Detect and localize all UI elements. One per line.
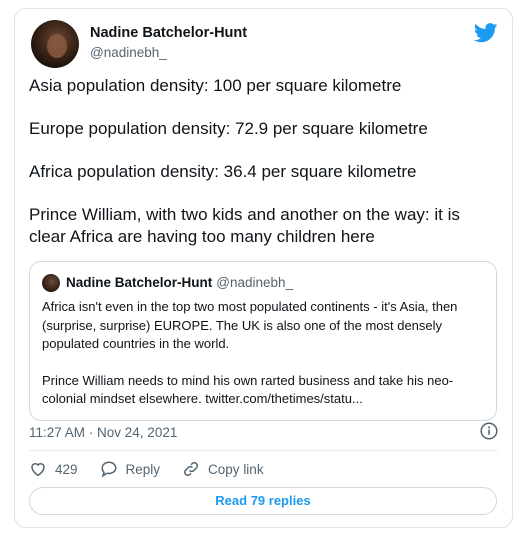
- tweet-paragraph: Africa population density: 36.4 per squa…: [29, 162, 417, 181]
- info-icon[interactable]: [480, 422, 498, 440]
- quoted-tweet-body: Africa isn't even in the top two most po…: [42, 298, 486, 427]
- copy-link-label: Copy link: [208, 461, 264, 477]
- author-display-name[interactable]: Nadine Batchelor-Hunt: [90, 25, 247, 41]
- tweet-paragraph: Europe population density: 72.9 per squa…: [29, 119, 428, 138]
- tweet-card: Nadine Batchelor-Hunt @nadinebh_ Asia po…: [14, 8, 513, 528]
- link-icon: [184, 461, 199, 477]
- quoted-author-line: Nadine Batchelor-Hunt @nadinebh_: [66, 275, 293, 290]
- like-count: 429: [55, 461, 78, 477]
- copy-link-button[interactable]: Copy link: [182, 460, 264, 478]
- tweet-timestamp[interactable]: 11:27 AM · Nov 24, 2021: [29, 425, 177, 440]
- quoted-author-display-name: Nadine Batchelor-Hunt: [66, 275, 213, 290]
- author-avatar[interactable]: [31, 20, 79, 68]
- author-handle[interactable]: @nadinebh_: [90, 45, 167, 60]
- quoted-author-handle: @nadinebh_: [216, 275, 294, 290]
- divider: [29, 450, 498, 451]
- quoted-paragraph: Africa isn't even in the top two most po…: [42, 299, 458, 351]
- twitter-bird-icon[interactable]: [474, 23, 498, 43]
- quoted-paragraph: Prince William needs to mind his own rar…: [42, 372, 454, 407]
- quoted-author-avatar: [42, 274, 60, 292]
- tweet-actions: 429 Reply Copy link: [29, 459, 286, 479]
- like-button[interactable]: 429: [29, 460, 78, 478]
- speech-bubble-icon: [101, 461, 117, 478]
- tweet-body: Asia population density: 100 per square …: [29, 75, 499, 269]
- heart-icon: [31, 463, 45, 477]
- tweet-paragraph: Prince William, with two kids and anothe…: [29, 205, 460, 246]
- reply-button[interactable]: Reply: [100, 460, 161, 478]
- quoted-tweet[interactable]: Nadine Batchelor-Hunt @nadinebh_ Africa i…: [29, 261, 497, 421]
- read-replies-button[interactable]: Read 79 replies: [29, 487, 497, 515]
- reply-label: Reply: [125, 461, 161, 477]
- tweet-paragraph: Asia population density: 100 per square …: [29, 76, 402, 95]
